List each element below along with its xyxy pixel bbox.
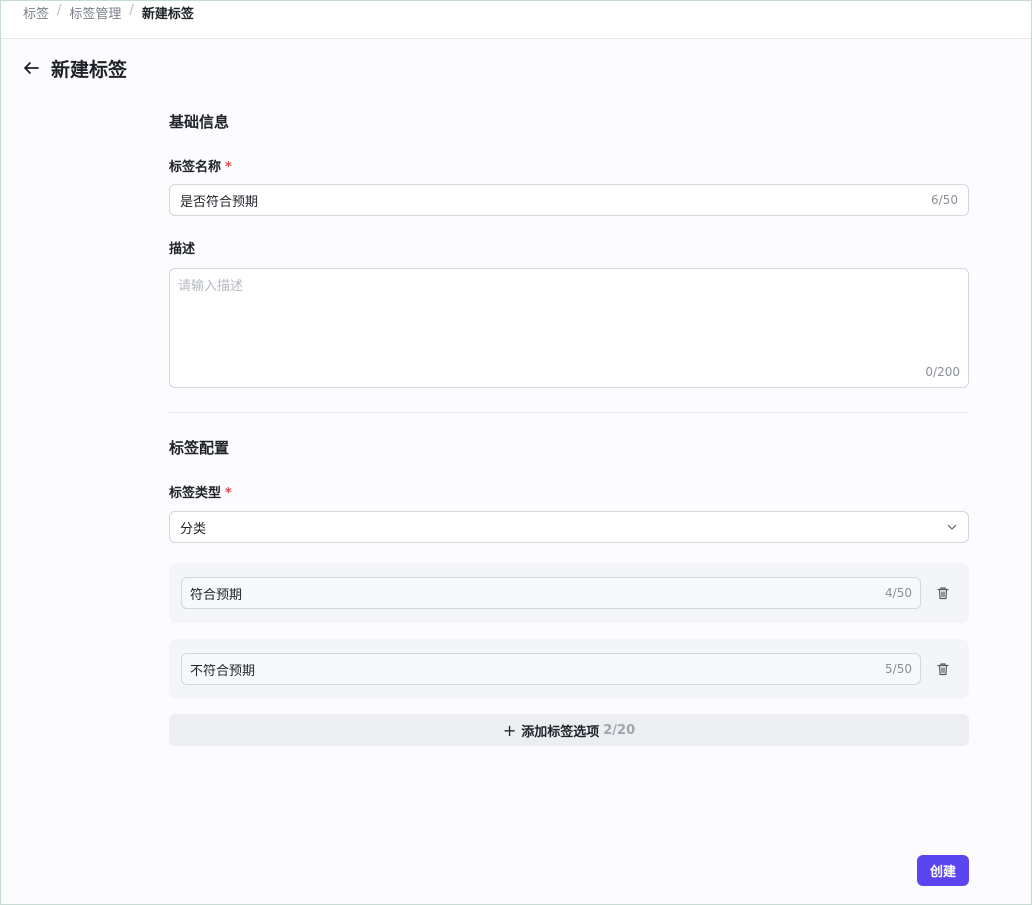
add-tag-option-count: 2/20 bbox=[603, 722, 636, 738]
breadcrumb-separator: / bbox=[57, 3, 62, 18]
description-field[interactable]: 0/200 bbox=[169, 268, 969, 388]
delete-option-button[interactable] bbox=[935, 585, 951, 601]
tag-option-input[interactable] bbox=[190, 661, 878, 677]
chevron-down-icon bbox=[947, 524, 957, 530]
breadcrumb-item-tags[interactable]: 标签 bbox=[23, 3, 49, 22]
trash-icon bbox=[937, 587, 949, 600]
tag-option-field[interactable]: 5/50 bbox=[181, 653, 921, 685]
tag-option-field[interactable]: 4/50 bbox=[181, 577, 921, 609]
required-mark: * bbox=[225, 486, 232, 501]
tag-option-card: 5/50 bbox=[169, 639, 969, 699]
tag-option-counter: 4/50 bbox=[885, 586, 912, 600]
tag-option-counter: 5/50 bbox=[885, 662, 912, 676]
tag-name-label: 标签名称 * bbox=[169, 158, 969, 178]
add-tag-option-label: 添加标签选项 bbox=[521, 724, 600, 740]
required-mark: * bbox=[225, 160, 232, 175]
create-button[interactable]: 创建 bbox=[917, 855, 969, 886]
tag-name-field[interactable]: 6/50 bbox=[169, 184, 969, 216]
page-header: 新建标签 bbox=[21, 53, 127, 83]
tag-option-input[interactable] bbox=[190, 585, 878, 601]
breadcrumb-current: 新建标签 bbox=[141, 7, 194, 22]
description-textarea[interactable] bbox=[170, 269, 968, 387]
breadcrumb-item-tag-management[interactable]: 标签管理 bbox=[69, 3, 121, 22]
arrow-left-icon bbox=[24, 62, 39, 74]
breadcrumb: 标签 / 标签管理 / 新建标签 bbox=[1, 1, 1031, 39]
tag-type-selected-value: 分类 bbox=[180, 521, 207, 537]
tag-name-label-text: 标签名称 bbox=[169, 160, 222, 175]
tag-type-select[interactable]: 分类 bbox=[169, 511, 969, 543]
tag-type-label-text: 标签类型 bbox=[169, 486, 222, 501]
section-title-basic-info: 基础信息 bbox=[169, 113, 230, 131]
description-label: 描述 bbox=[169, 242, 196, 257]
add-tag-option-button[interactable]: + 添加标签选项 2/20 bbox=[169, 714, 969, 746]
page-frame: 标签 / 标签管理 / 新建标签 新建标签 基础信息 标签名称* 6/50 描述… bbox=[0, 0, 1032, 905]
description-counter: 0/200 bbox=[925, 365, 960, 379]
tag-name-counter: 6/50 bbox=[931, 193, 958, 207]
trash-icon bbox=[937, 663, 949, 676]
tag-option-card: 4/50 bbox=[169, 563, 969, 623]
section-title-tag-config: 标签配置 bbox=[169, 439, 230, 457]
breadcrumb-separator: / bbox=[129, 3, 134, 18]
back-button[interactable] bbox=[21, 58, 41, 78]
tag-form: 基础信息 标签名称* 6/50 描述 0/200 标签配置 标签类型* 分类 bbox=[169, 109, 969, 746]
plus-icon: + bbox=[502, 720, 517, 740]
page-title: 新建标签 bbox=[51, 58, 128, 81]
tag-name-input[interactable] bbox=[180, 192, 924, 208]
delete-option-button[interactable] bbox=[935, 661, 951, 677]
tag-type-label: 标签类型 * bbox=[169, 484, 969, 504]
